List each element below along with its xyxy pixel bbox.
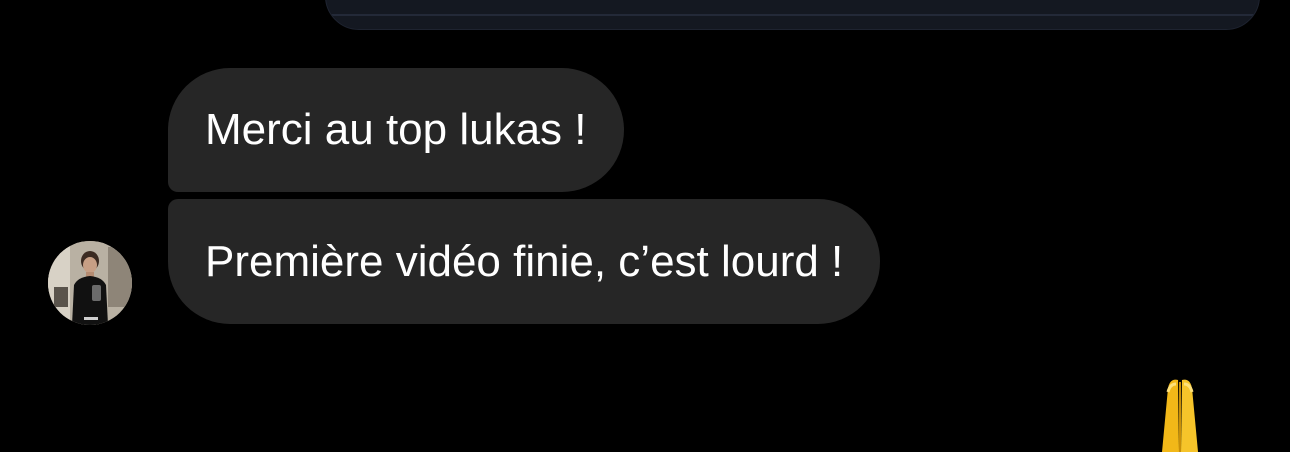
message-bubble-1[interactable]: Merci au top lukas !: [168, 68, 624, 192]
sender-avatar[interactable]: [48, 241, 132, 325]
message-text-1: Merci au top lukas !: [205, 105, 587, 154]
card-divider: [326, 14, 1259, 16]
folded-hands-emoji-icon[interactable]: [1150, 372, 1210, 452]
message-bubble-2[interactable]: Première vidéo finie, c’est lourd !: [168, 199, 881, 324]
message-text-2: Première vidéo finie, c’est lourd !: [205, 236, 844, 286]
sent-message-card-partial[interactable]: [325, 0, 1260, 30]
user-avatar-photo-icon: [48, 241, 132, 325]
